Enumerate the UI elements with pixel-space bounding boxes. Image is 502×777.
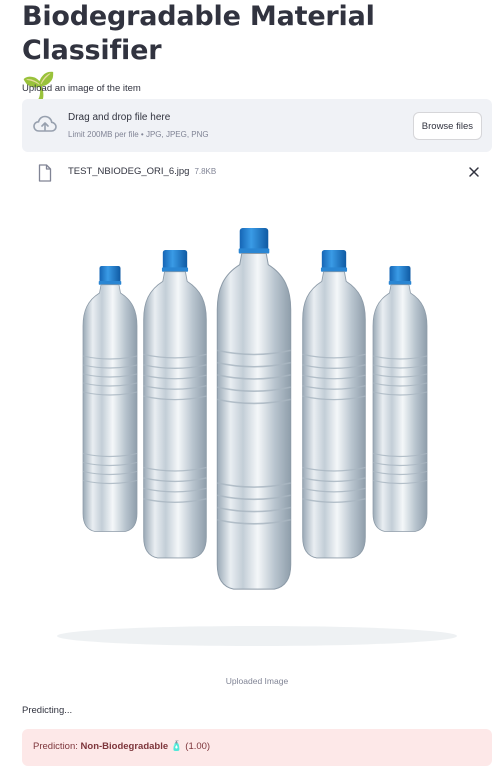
uploaded-file-row: TEST_NBIODEG_ORI_6.jpg 7.8KB [22,162,492,184]
dropzone-instructions: Drag and drop file here [68,112,171,123]
cloud-upload-icon [33,115,57,132]
prediction-label: Non-Biodegradable [80,741,169,752]
upload-label: Upload an image of the item [22,83,141,94]
file-icon [38,164,52,182]
image-caption: Uploaded Image [225,676,289,686]
prediction-prefix: Prediction: [33,741,81,752]
file-dropzone[interactable]: Drag and drop file here Limit 200MB per … [22,99,492,152]
file-size: 7.8KB [194,167,217,176]
file-name: TEST_NBIODEG_ORI_6.jpg 7.8KB [68,166,216,177]
uploaded-image [22,196,492,666]
prediction-text: Prediction: Non-Biodegradable 🧴 (1.00) [33,741,210,752]
dropzone-limit: Limit 200MB per file • JPG, JPEG, PNG [68,130,209,139]
browse-files-button[interactable]: Browse files [412,112,482,140]
close-icon[interactable] [468,166,480,178]
prediction-alert: Prediction: Non-Biodegradable 🧴 (1.00) [22,729,492,766]
file-name-text: TEST_NBIODEG_ORI_6.jpg [68,166,190,177]
page-title-text: Biodegradable Material Classifier [22,1,375,66]
prediction-confidence: (1.00) [185,741,211,752]
bottle-emoji-icon: 🧴 [170,741,183,752]
status-text: Predicting... [22,705,73,716]
water-bottles-image [57,227,457,646]
